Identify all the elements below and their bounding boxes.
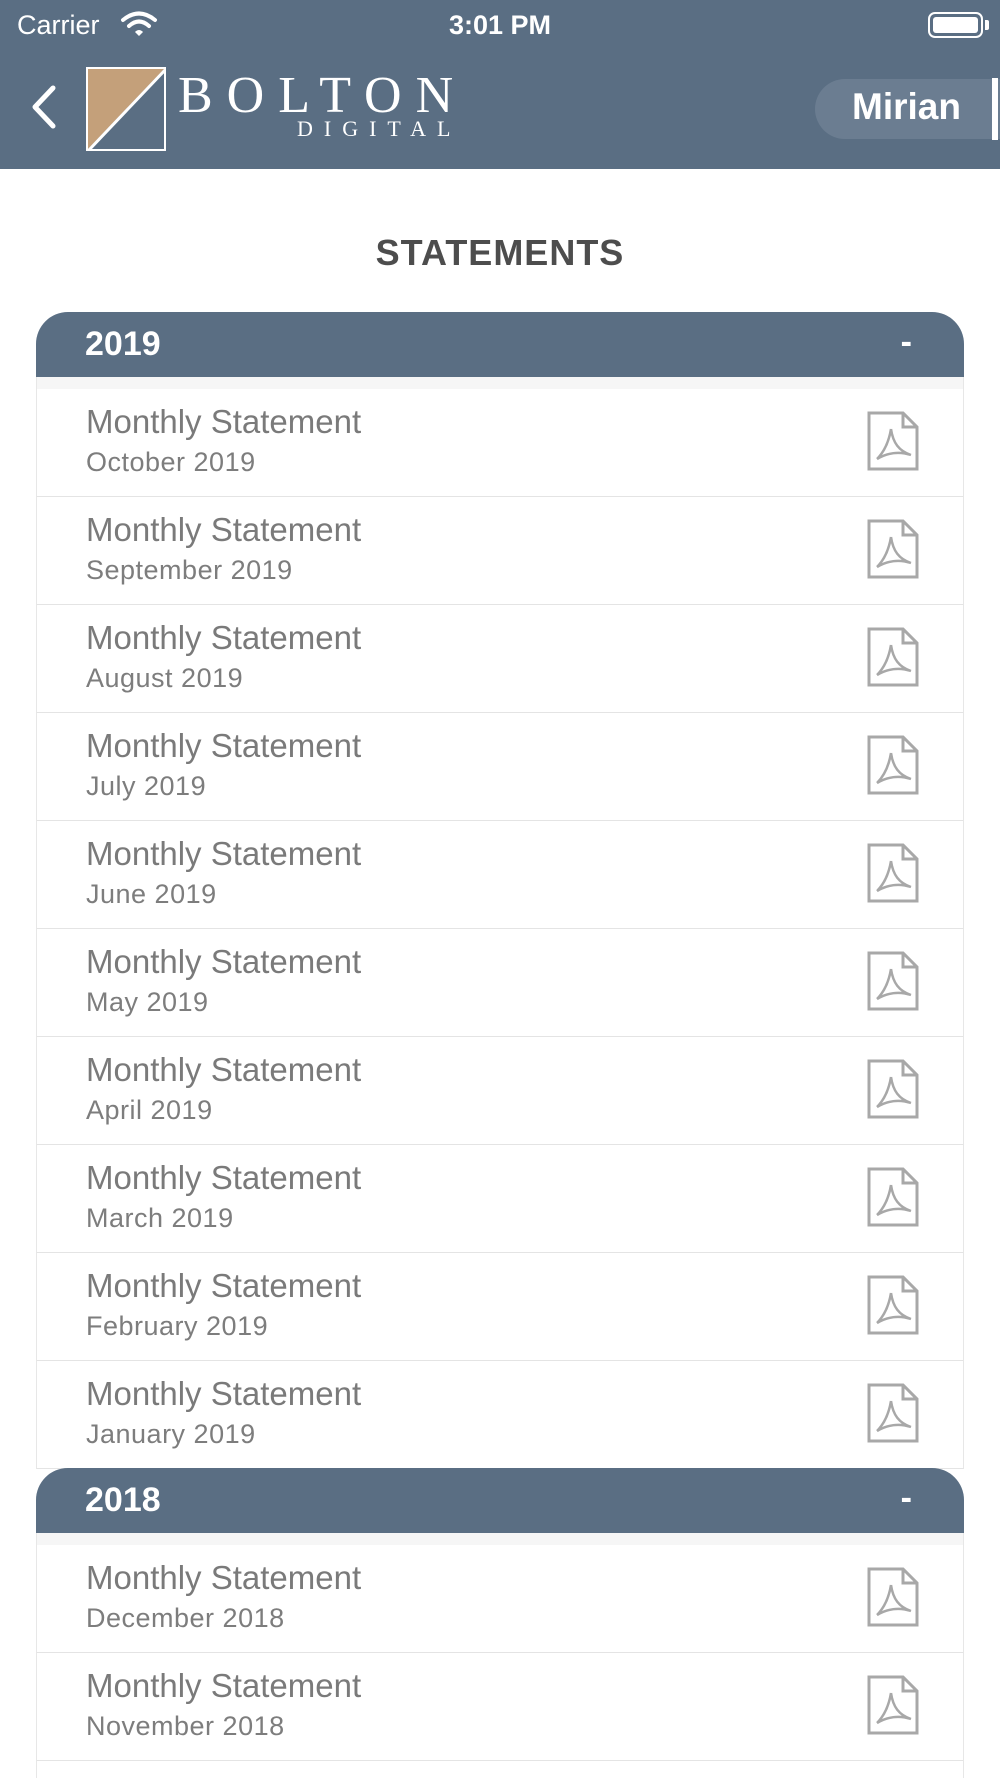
section-header-2019[interactable]: 2019 -: [36, 312, 964, 377]
battery-icon: [928, 12, 983, 38]
pdf-icon[interactable]: [867, 735, 919, 795]
statement-period: December 2018: [86, 1603, 285, 1633]
statement-row[interactable]: Monthly Statement January 2019: [36, 1361, 964, 1469]
clock-time: 3:01 PM: [448, 10, 552, 40]
statement-period: July 2019: [86, 771, 207, 801]
section-header-2018[interactable]: 2018 -: [36, 1468, 964, 1533]
collapse-toggle[interactable]: -: [901, 323, 912, 362]
statement-period: March 2019: [86, 1203, 234, 1233]
statement-period: August 2019: [86, 663, 244, 693]
statement-title: Monthly Statement: [86, 403, 362, 440]
statement-row[interactable]: Monthly Statement February 2019: [36, 1253, 964, 1361]
statement-period: June 2019: [86, 879, 217, 909]
statement-title: Monthly Statement: [86, 511, 362, 548]
statement-row[interactable]: Monthly Statement May 2019: [36, 929, 964, 1037]
statement-title: Monthly Statement: [86, 619, 362, 656]
pdf-icon[interactable]: [867, 1675, 919, 1735]
statement-period: November 2018: [86, 1711, 285, 1741]
pdf-icon[interactable]: [867, 411, 919, 471]
section-year: 2018: [85, 1481, 161, 1519]
statement-title: Monthly Statement: [86, 727, 362, 764]
pdf-icon[interactable]: [867, 1167, 919, 1227]
statement-title: Monthly Statement: [86, 1559, 362, 1596]
statement-row[interactable]: Monthly Statement June 2019: [36, 821, 964, 929]
back-chevron-icon[interactable]: [25, 82, 65, 132]
statement-period: May 2019: [86, 987, 209, 1017]
pdf-icon[interactable]: [867, 1275, 919, 1335]
statement-title: Monthly Statement: [86, 1159, 362, 1196]
statement-row[interactable]: Monthly Statement December 2018: [36, 1545, 964, 1653]
pdf-icon[interactable]: [867, 1383, 919, 1443]
pdf-icon[interactable]: [867, 1567, 919, 1627]
status-bar: Carrier 3:01 PM: [0, 0, 1000, 52]
statement-title: Monthly Statement: [86, 1667, 362, 1704]
statement-title: Monthly Statement: [86, 1051, 362, 1088]
user-name[interactable]: Mirian: [852, 86, 961, 128]
statement-row[interactable]: Monthly Statement July 2019: [36, 713, 964, 821]
collapse-toggle[interactable]: -: [901, 1479, 912, 1518]
section-year: 2019: [85, 325, 161, 363]
statement-row[interactable]: Monthly Statement August 2019: [36, 605, 964, 713]
statement-period: October 2019: [86, 447, 256, 477]
brand-subtitle: DIGITAL: [297, 116, 462, 141]
statement-title: Monthly Statement: [86, 1267, 362, 1304]
statement-row[interactable]: Monthly Statement November 2018: [36, 1653, 964, 1761]
statement-row[interactable]: Monthly Statement April 2019: [36, 1037, 964, 1145]
page-title: STATEMENTS: [375, 232, 625, 273]
brand-name: BOLTON: [178, 67, 468, 124]
statement-row[interactable]: Monthly Statement September 2019: [36, 497, 964, 605]
pdf-icon[interactable]: [867, 843, 919, 903]
pdf-icon[interactable]: [867, 951, 919, 1011]
statement-period: September 2019: [86, 555, 293, 585]
user-menu-indicator: [992, 78, 998, 140]
statement-row-partial[interactable]: [36, 1761, 964, 1778]
bolton-logo-mark: [86, 67, 166, 151]
statement-title: Monthly Statement: [86, 943, 362, 980]
pdf-icon[interactable]: [867, 1059, 919, 1119]
navigation-bar: Carrier 3:01 PM BOLTON DIGITAL Mirian: [0, 0, 1000, 169]
statement-title: Monthly Statement: [86, 1375, 362, 1412]
statement-row[interactable]: Monthly Statement October 2019: [36, 389, 964, 497]
statement-row[interactable]: Monthly Statement March 2019: [36, 1145, 964, 1253]
pdf-icon[interactable]: [867, 627, 919, 687]
statement-period: April 2019: [86, 1095, 213, 1125]
battery-tip: [985, 20, 989, 30]
pdf-icon[interactable]: [867, 519, 919, 579]
statement-title: Monthly Statement: [86, 835, 362, 872]
section-spacer: [36, 1533, 964, 1545]
logo-mark-icon: [88, 69, 164, 149]
statement-period: February 2019: [86, 1311, 269, 1341]
section-spacer: [36, 377, 964, 389]
statement-period: January 2019: [86, 1419, 256, 1449]
